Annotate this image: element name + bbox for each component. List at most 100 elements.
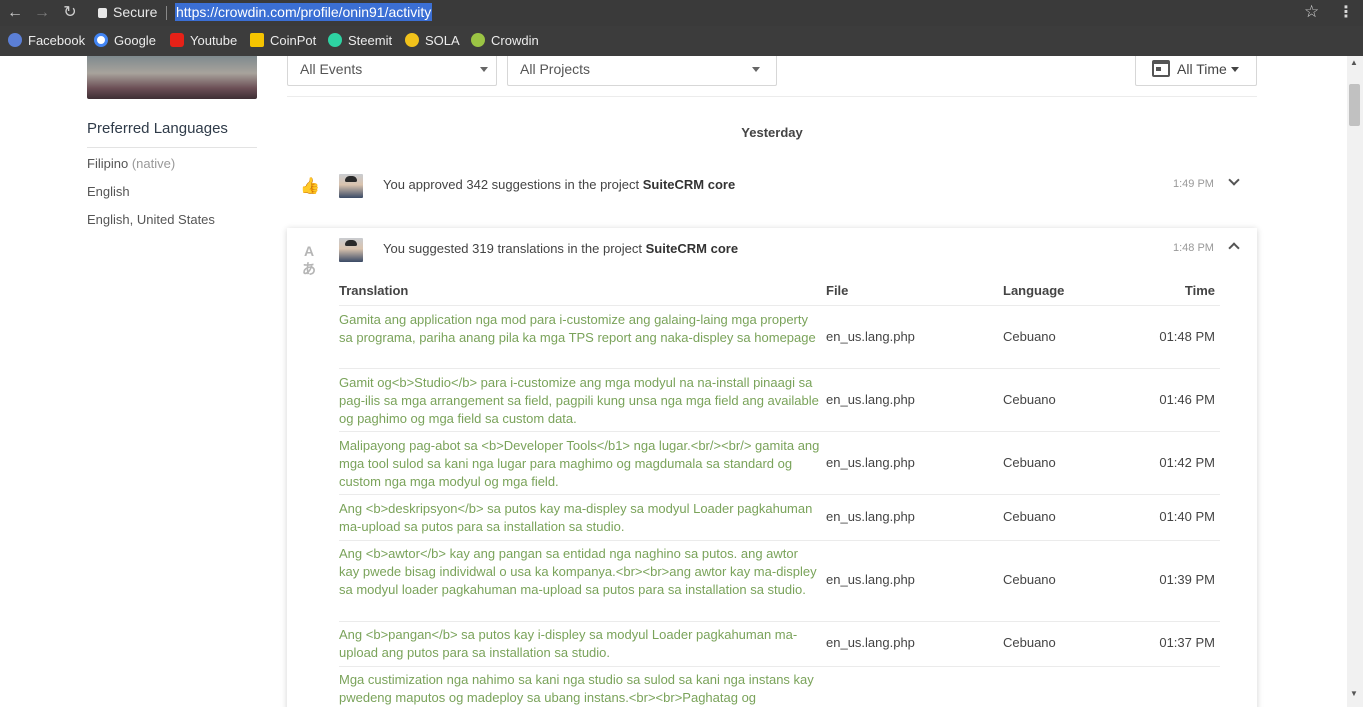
thumbs-up-icon: 👍 (300, 178, 320, 195)
secure-indicator[interactable]: Secure (98, 4, 157, 20)
bookmark-label: Google (114, 33, 156, 48)
events-filter-value: All Events (300, 61, 363, 77)
events-filter-select[interactable]: All Events (287, 56, 497, 86)
calendar-icon (1152, 60, 1170, 77)
event-description: You suggested 319 translations in the pr… (383, 241, 642, 256)
activity-event[interactable]: 👍 You approved 342 suggestions in the pr… (287, 164, 1257, 218)
table-cell-language: Cebuano (1003, 329, 1056, 344)
bookmark-label: Crowdin (491, 33, 539, 48)
activity-event[interactable]: Aあ You suggested 319 translations in the… (287, 228, 1257, 282)
event-project: SuiteCRM core (642, 177, 736, 192)
table-divider (339, 305, 1220, 306)
bookmark-label: SOLA (425, 33, 460, 48)
translation-link[interactable]: Ang <b>pangan</b> sa putos kay i-displey… (339, 626, 821, 662)
projects-filter-select[interactable]: All Projects (507, 56, 777, 86)
event-text: You approved 342 suggestions in the proj… (383, 177, 735, 192)
preferred-languages-title: Preferred Languages (87, 120, 228, 137)
translate-icon: Aあ (302, 243, 316, 277)
event-time: 1:48 PM (1173, 242, 1214, 254)
table-cell-file: en_us.lang.php (826, 329, 915, 344)
table-cell-file: en_us.lang.php (826, 455, 915, 470)
bookmark-crowdin[interactable]: Crowdin (471, 33, 539, 51)
google-icon (94, 33, 108, 47)
table-divider (339, 666, 1220, 667)
table-cell-time: 01:48 PM (1159, 329, 1215, 344)
profile-avatar (87, 56, 257, 99)
divider (87, 147, 257, 148)
table-cell-time: 01:39 PM (1159, 572, 1215, 587)
bookmark-google[interactable]: Google (94, 33, 156, 51)
table-divider (339, 431, 1220, 432)
table-cell-file: en_us.lang.php (826, 635, 915, 650)
translation-link[interactable]: Gamit og<b>Studio</b> para i-customize a… (339, 374, 821, 428)
back-icon[interactable]: ← (5, 3, 25, 23)
event-description: You approved 342 suggestions in the proj… (383, 177, 640, 192)
bookmark-facebook[interactable]: Facebook (8, 33, 85, 51)
language-item-english-us: English, United States (87, 212, 215, 227)
table-cell-language: Cebuano (1003, 509, 1056, 524)
language-note: (native) (131, 156, 176, 171)
caret-down-icon (480, 67, 488, 72)
crowdin-icon (471, 33, 485, 47)
bookmark-steemit[interactable]: Steemit (328, 33, 392, 51)
scroll-down-icon[interactable]: ▼ (1350, 689, 1358, 698)
translation-link[interactable]: Mga custimization nga nahimo sa kani nga… (339, 671, 821, 707)
forward-icon[interactable]: → (32, 3, 52, 23)
translation-link[interactable]: Gamita ang application nga mod para i-cu… (339, 311, 821, 347)
language-item-english: English (87, 184, 130, 199)
bookmark-label: CoinPot (270, 33, 317, 48)
facebook-icon (8, 33, 22, 47)
language-item-filipino: Filipino (native) (87, 156, 175, 171)
table-divider (339, 540, 1220, 541)
language-name: English (87, 184, 130, 199)
table-cell-language: Cebuano (1003, 635, 1056, 650)
bookmarks-bar: Facebook Google Youtube CoinPot Steemit … (0, 27, 1363, 56)
expanded-event-panel: Aあ You suggested 319 translations in the… (287, 228, 1257, 707)
time-filter-value: All Time (1177, 61, 1227, 77)
table-cell-language: Cebuano (1003, 392, 1056, 407)
translation-link[interactable]: Ang <b>awtor</b> kay ang pangan sa entid… (339, 545, 821, 599)
bookmark-sola[interactable]: SOLA (405, 33, 460, 51)
page-scrollbar[interactable] (1347, 56, 1363, 707)
table-divider (339, 368, 1220, 369)
scrollbar-thumb[interactable] (1349, 84, 1360, 126)
table-cell-file: en_us.lang.php (826, 392, 915, 407)
event-project: SuiteCRM core (645, 241, 739, 256)
event-text: You suggested 319 translations in the pr… (383, 241, 738, 256)
browser-chrome: ← → ↻ Secure https://crowdin.com/profile… (0, 0, 1363, 56)
table-cell-file: en_us.lang.php (826, 572, 915, 587)
bookmark-star-icon[interactable]: ☆ (1304, 2, 1319, 22)
bookmark-label: Steemit (348, 33, 393, 48)
scroll-up-icon[interactable]: ▲ (1350, 58, 1358, 67)
column-header-time: Time (1184, 283, 1215, 298)
caret-down-icon (1230, 67, 1239, 72)
translation-link[interactable]: Ang <b>deskripsyon</b> sa putos kay ma-d… (339, 500, 821, 536)
column-header-translation: Translation (339, 283, 409, 298)
bookmark-label: Facebook (28, 33, 86, 48)
column-header-language: Language (1003, 283, 1065, 298)
browser-menu-icon[interactable]: ⋮ (1338, 2, 1354, 22)
url-input[interactable]: https://crowdin.com/profile/onin91/activ… (175, 3, 433, 21)
bookmark-label: Youtube (190, 33, 238, 48)
table-cell-time: 01:37 PM (1159, 635, 1215, 650)
translation-link[interactable]: Malipayong pag-abot sa <b>Developer Tool… (339, 437, 821, 491)
youtube-icon (170, 33, 184, 47)
chevron-down-icon[interactable] (1227, 174, 1241, 188)
sola-icon (405, 33, 419, 47)
table-divider (339, 494, 1220, 495)
bookmark-youtube[interactable]: Youtube (170, 33, 237, 51)
bookmark-coinpot[interactable]: CoinPot (250, 33, 316, 51)
time-filter-button[interactable]: All Time (1135, 56, 1257, 86)
reload-icon[interactable]: ↻ (60, 3, 80, 23)
secure-label: Secure (113, 4, 158, 20)
address-bar-row: ← → ↻ Secure https://crowdin.com/profile… (0, 0, 1363, 26)
event-time: 1:49 PM (1173, 178, 1214, 190)
address-separator (166, 6, 167, 20)
day-heading: Yesterday (741, 125, 803, 140)
steemit-icon (328, 33, 342, 47)
projects-filter-value: All Projects (520, 61, 591, 77)
table-cell-language: Cebuano (1003, 455, 1056, 470)
user-avatar (339, 238, 363, 262)
column-header-file: File (826, 283, 849, 298)
chevron-up-icon[interactable] (1227, 238, 1241, 254)
